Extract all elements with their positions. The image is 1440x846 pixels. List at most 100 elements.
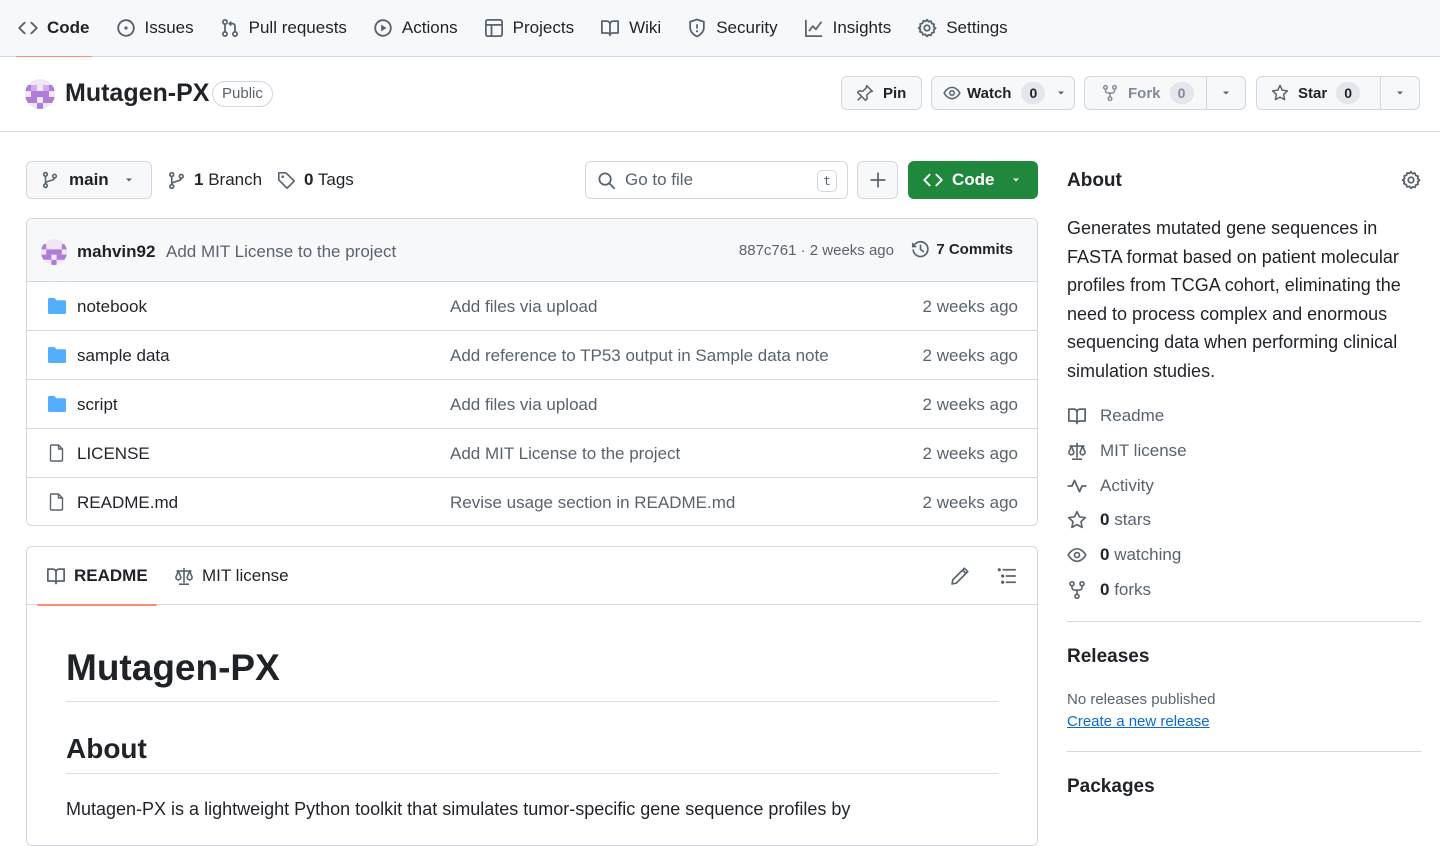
stars-label: stars [1114, 510, 1152, 529]
tab-insights[interactable]: Insights [794, 0, 902, 57]
identicon [25, 85, 55, 109]
tab-wiki[interactable]: Wiki [590, 0, 671, 57]
releases-note: No releases published [1067, 691, 1216, 708]
gear-icon[interactable] [1401, 170, 1421, 190]
tab-readme[interactable]: README [37, 547, 157, 606]
fork-dropdown[interactable] [1207, 87, 1245, 99]
stars-count: 0 [1100, 510, 1110, 529]
branches-link[interactable]: 1 Branch [167, 170, 262, 190]
commit-author[interactable]: mahvin92 [77, 242, 155, 262]
file-icon [49, 493, 64, 511]
create-release-link[interactable]: Create a new release [1067, 713, 1210, 730]
watch-count: 0 [1021, 82, 1046, 104]
tab-label: Actions [401, 18, 458, 37]
file-commit-message[interactable]: Add reference to TP53 output in Sample d… [450, 346, 829, 366]
graph-icon [804, 19, 822, 37]
readme-paragraph: Mutagen-PX is a lightweight Python toolk… [66, 799, 851, 819]
add-file-button[interactable] [857, 161, 898, 199]
branch-icon [42, 171, 58, 189]
license-link[interactable]: MIT license [1067, 441, 1187, 461]
commit-hash-time[interactable]: 887c761 · 2 weeks ago [739, 242, 894, 259]
tab-projects[interactable]: Projects [474, 0, 584, 57]
file-commit-message[interactable]: Revise usage section in README.md [450, 493, 735, 513]
file-commit-message[interactable]: Add files via upload [450, 395, 597, 415]
fork-button[interactable]: Fork 0 [1085, 82, 1206, 104]
tab-security[interactable]: Security [677, 0, 787, 57]
forks-count: 0 [1100, 580, 1110, 599]
file-row[interactable]: notebook Add files via upload 2 weeks ag… [27, 282, 1037, 331]
commit-message[interactable]: Add MIT License to the project [166, 242, 396, 262]
pin-button[interactable]: Pin [841, 76, 922, 110]
outline-list-icon[interactable] [997, 566, 1017, 586]
pencil-icon[interactable] [950, 566, 970, 586]
eye-icon [1067, 547, 1087, 563]
commits-link[interactable]: 7 Commits [911, 240, 1013, 259]
repo-name[interactable]: Mutagen-PX [65, 79, 209, 108]
forks-link[interactable]: 0 forks [1067, 580, 1151, 600]
fork-button-group: Fork 0 [1084, 76, 1246, 110]
file-row[interactable]: script Add files via upload 2 weeks ago [27, 380, 1037, 429]
play-icon [374, 19, 392, 37]
folder-icon [48, 298, 66, 314]
watch-button[interactable]: Watch 0 [931, 76, 1075, 110]
file-name[interactable]: README.md [77, 493, 178, 513]
tag-icon [277, 171, 296, 189]
tab-license-label: MIT license [202, 566, 289, 585]
repo-header: Mutagen-PX Public Pin Watch 0 Fork 0 Sta… [0, 57, 1440, 132]
readme-tabs: README MIT license [27, 547, 1037, 606]
go-to-file-input[interactable]: Go to file t [585, 161, 848, 199]
tab-label: Issues [144, 18, 194, 37]
branch-label: Branch [208, 170, 263, 189]
file-commit-message[interactable]: Add files via upload [450, 297, 597, 317]
star-button[interactable]: Star 0 [1257, 82, 1380, 104]
file-name[interactable]: LICENSE [77, 444, 150, 464]
tag-count: 0 [304, 170, 314, 189]
author-avatar[interactable] [41, 239, 67, 265]
packages-title[interactable]: Packages [1067, 776, 1155, 798]
owner-avatar[interactable] [25, 79, 55, 109]
stars-link[interactable]: 0 stars [1067, 510, 1151, 530]
star-icon [1067, 510, 1087, 529]
tab-issues[interactable]: Issues [106, 0, 204, 57]
file-row[interactable]: sample data Add reference to TP53 output… [27, 331, 1037, 380]
tab-label: Projects [512, 18, 575, 37]
branch-select[interactable]: main [26, 161, 152, 199]
shield-icon [689, 18, 705, 38]
star-dropdown[interactable] [1381, 87, 1419, 99]
tab-code[interactable]: Code [8, 0, 100, 58]
chevron-down-icon [125, 178, 132, 182]
star-button-group: Star 0 [1256, 76, 1420, 110]
issue-icon [116, 19, 135, 37]
tab-settings[interactable]: Settings [907, 0, 1017, 57]
file-name[interactable]: script [77, 395, 118, 415]
readme-subheading: About [66, 733, 999, 774]
file-name[interactable]: notebook [77, 297, 147, 317]
chevron-down-icon [1058, 91, 1065, 95]
readme-link[interactable]: Readme [1067, 406, 1164, 426]
watching-link[interactable]: 0 watching [1067, 545, 1181, 565]
chevron-down-icon [1223, 91, 1230, 95]
file-commit-message[interactable]: Add MIT License to the project [450, 444, 680, 464]
eye-icon [943, 86, 961, 100]
file-row[interactable]: LICENSE Add MIT License to the project 2… [27, 429, 1037, 478]
tab-license[interactable]: MIT license [174, 547, 289, 605]
history-icon [912, 240, 929, 258]
tab-pull-requests[interactable]: Pull requests [210, 0, 357, 57]
readme-heading: Mutagen-PX [66, 647, 999, 702]
code-button[interactable]: Code [908, 161, 1038, 199]
book-icon [47, 568, 65, 585]
identicon [41, 244, 67, 265]
releases-title[interactable]: Releases [1067, 646, 1149, 668]
file-row[interactable]: README.md Revise usage section in README… [27, 478, 1037, 525]
file-date: 2 weeks ago [922, 493, 1018, 512]
tab-actions[interactable]: Actions [363, 0, 468, 57]
tab-label: Insights [832, 18, 892, 37]
plus-icon [869, 172, 886, 188]
chevron-down-icon [1012, 178, 1019, 182]
activity-link[interactable]: Activity [1067, 476, 1154, 496]
star-label: Star [1298, 84, 1328, 102]
tags-link[interactable]: 0 Tags [277, 170, 354, 190]
commits-count: 7 Commits [936, 241, 1013, 258]
file-date: 2 weeks ago [922, 395, 1018, 414]
file-name[interactable]: sample data [77, 346, 170, 366]
